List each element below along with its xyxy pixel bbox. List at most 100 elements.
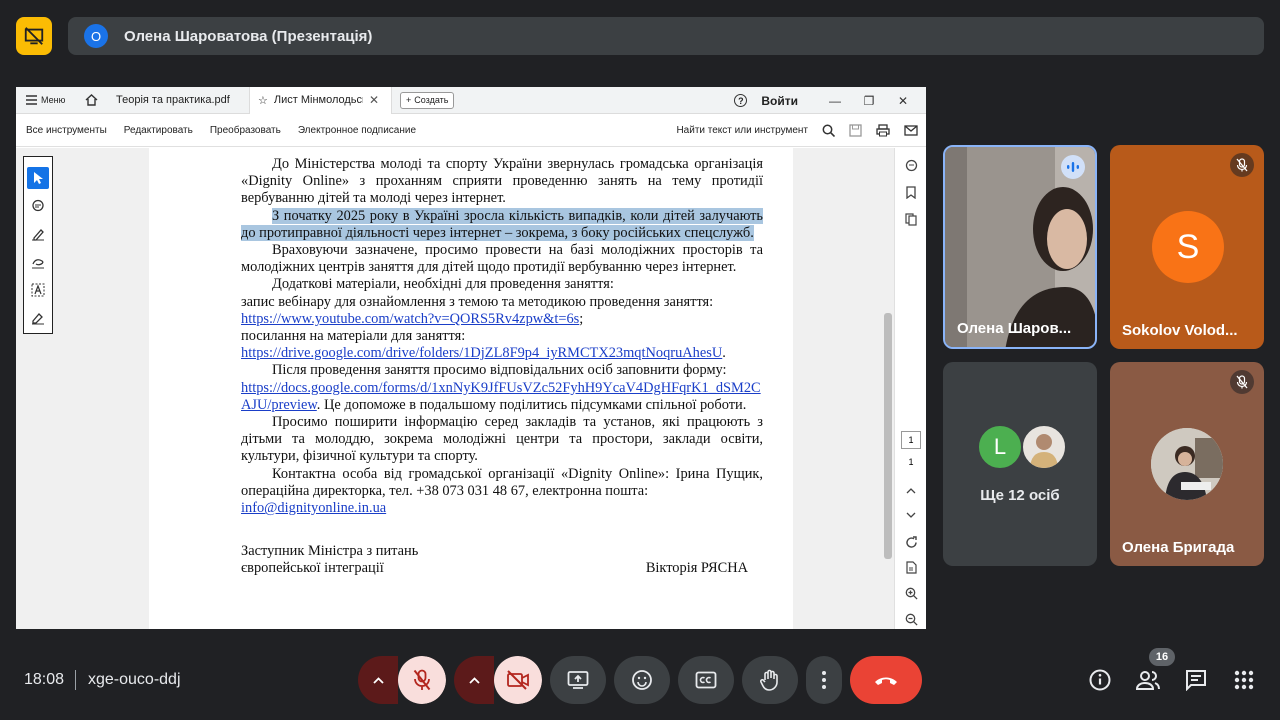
close-window-icon[interactable]: ✕ xyxy=(886,94,920,108)
reader-tab-bar: Меню Теорія та практика.pdf ☆ Лист Мінмо… xyxy=(16,87,926,114)
hamburger-icon xyxy=(26,95,37,105)
zoom-out-icon[interactable] xyxy=(904,612,918,626)
participant-tile-sokolov[interactable]: S Sokolov Volod... xyxy=(1110,145,1264,349)
people-icon[interactable] xyxy=(1134,666,1162,694)
save-icon[interactable] xyxy=(849,124,862,137)
youtube-link[interactable]: https://www.youtube.com/watch?v=QORS5Rv4… xyxy=(241,311,579,327)
highlighted-paragraph: З початку 2025 року в Україні зросла кіл… xyxy=(241,207,763,241)
sign-tool-icon[interactable] xyxy=(27,307,49,329)
paragraph: До Міністерства молоді та спорту України… xyxy=(241,156,763,207)
punctuation: ; xyxy=(579,310,584,327)
document-viewer: До Міністерства молоді та спорту України… xyxy=(16,148,926,629)
mic-control xyxy=(358,656,446,704)
more-options-button[interactable] xyxy=(806,656,842,704)
tab-label: Теорія та практика.pdf xyxy=(116,94,230,106)
close-tab-icon[interactable]: ✕ xyxy=(369,93,379,107)
bookmark-icon[interactable] xyxy=(904,185,918,199)
camera-toggle-button[interactable] xyxy=(494,656,542,704)
chat-icon[interactable] xyxy=(1182,666,1210,694)
present-screen-button[interactable] xyxy=(550,656,606,704)
meeting-code[interactable]: xge-ouco-ddj xyxy=(88,671,181,689)
rotate-icon[interactable] xyxy=(904,535,918,549)
paragraph: запис вебінару для ознайомлення з темою … xyxy=(241,293,714,310)
text-tool-icon[interactable] xyxy=(27,279,49,301)
find-tool-input[interactable]: Найти текст или инструмент xyxy=(676,125,808,136)
participant-photo-avatar xyxy=(1021,424,1067,470)
others-count-label: Ще 12 осіб xyxy=(980,487,1060,504)
search-icon[interactable] xyxy=(822,124,835,137)
chevron-up-icon xyxy=(468,676,480,684)
presentation-off-icon xyxy=(24,27,44,45)
participant-name: Олена Шаров... xyxy=(957,320,1072,337)
paragraph-tail: . Це допоможе в подальшому поділитись пі… xyxy=(316,396,747,413)
pdf-page: До Міністерства молоді та спорту України… xyxy=(149,148,793,629)
select-tool-icon[interactable] xyxy=(27,167,49,189)
paragraph: Додаткові матеріали, необхідні для прове… xyxy=(272,276,614,293)
signature-block: Заступник Міністра з питань європейської… xyxy=(241,543,763,577)
camera-control xyxy=(454,656,542,704)
reactions-button[interactable] xyxy=(614,656,670,704)
home-button[interactable] xyxy=(78,94,104,106)
participant-tile-olena-bryhada[interactable]: Олена Бригада xyxy=(1110,362,1264,566)
audio-options-button[interactable] xyxy=(358,656,398,704)
plus-icon: + xyxy=(406,95,412,105)
hand-icon xyxy=(760,669,778,691)
email-link[interactable]: info@dignityonline.in.ua xyxy=(241,500,386,516)
pages-icon[interactable] xyxy=(904,212,918,226)
other-participants-tile[interactable]: L Ще 12 осіб xyxy=(943,362,1097,566)
captions-icon xyxy=(695,671,717,689)
menu-button[interactable]: Меню xyxy=(16,95,78,105)
meeting-info-icon[interactable] xyxy=(1086,666,1114,694)
paragraph: Після проведення заняття просимо відпові… xyxy=(272,362,727,379)
speaking-indicator-icon xyxy=(1061,155,1085,179)
stop-presenting-icon[interactable] xyxy=(16,17,52,55)
tab-label: Лист Мінмолодьспо... xyxy=(273,94,363,106)
tab-theory-practice[interactable]: Теорія та практика.pdf xyxy=(104,87,249,114)
leave-call-button[interactable] xyxy=(850,656,922,704)
restore-icon[interactable]: ❐ xyxy=(852,94,886,108)
create-button[interactable]: + Создать xyxy=(400,91,455,109)
participant-tile-olena-sharovatova[interactable]: Олена Шаров... xyxy=(943,145,1097,349)
signature-name: Вікторія РЯСНА xyxy=(645,560,748,577)
print-icon[interactable] xyxy=(876,124,890,137)
presentation-banner: О Олена Шароватова (Презентація) xyxy=(68,17,1264,55)
page-number-input[interactable]: 1 xyxy=(901,431,921,449)
video-options-button[interactable] xyxy=(454,656,494,704)
camera-off-icon xyxy=(507,670,529,690)
comment-tool-icon[interactable] xyxy=(27,195,49,217)
mic-off-icon xyxy=(413,669,431,691)
activities-icon[interactable] xyxy=(1230,666,1258,694)
paragraph: Просимо поширити інформацію серед заклад… xyxy=(241,414,763,465)
mic-toggle-button[interactable] xyxy=(398,656,446,704)
draw-tool-icon[interactable] xyxy=(27,251,49,273)
raise-hand-button[interactable] xyxy=(742,656,798,704)
zoom-in-icon[interactable] xyxy=(904,586,918,600)
all-tools-button[interactable]: Все инструменты xyxy=(26,125,107,136)
chevron-down-icon[interactable] xyxy=(904,508,918,522)
esign-button[interactable]: Электронное подписание xyxy=(298,125,416,136)
signature-position: Заступник Міністра з питань xyxy=(241,543,419,560)
captions-button[interactable] xyxy=(678,656,734,704)
mic-off-icon xyxy=(1230,153,1254,177)
emoji-icon xyxy=(632,670,652,690)
paragraph: Враховуючи зазначене, просимо провести н… xyxy=(241,242,763,276)
star-icon[interactable]: ☆ xyxy=(258,94,268,107)
help-icon[interactable]: ? xyxy=(734,94,748,107)
fit-page-icon[interactable] xyxy=(904,560,918,574)
highlight-tool-icon[interactable] xyxy=(27,223,49,245)
paragraph: посилання на матеріали для заняття: xyxy=(241,328,466,345)
comment-panel-icon[interactable] xyxy=(904,158,918,172)
email-icon[interactable] xyxy=(904,125,918,136)
presenter-avatar: О xyxy=(84,24,108,48)
right-tools-panel: 1 1 xyxy=(894,148,926,629)
minimize-icon[interactable]: — xyxy=(818,94,852,108)
shared-screen: Меню Теорія та практика.pdf ☆ Лист Мінмо… xyxy=(16,87,926,629)
convert-button[interactable]: Преобразовать xyxy=(210,125,281,136)
divider xyxy=(75,670,76,690)
tab-ministry-letter[interactable]: ☆ Лист Мінмолодьспо... ✕ xyxy=(249,87,392,114)
drive-link[interactable]: https://drive.google.com/drive/folders/1… xyxy=(241,345,722,361)
sign-in-button[interactable]: Войти xyxy=(761,94,798,108)
edit-button[interactable]: Редактировать xyxy=(124,125,193,136)
chevron-up-icon[interactable] xyxy=(904,484,918,498)
scrollbar-thumb[interactable] xyxy=(884,313,892,559)
